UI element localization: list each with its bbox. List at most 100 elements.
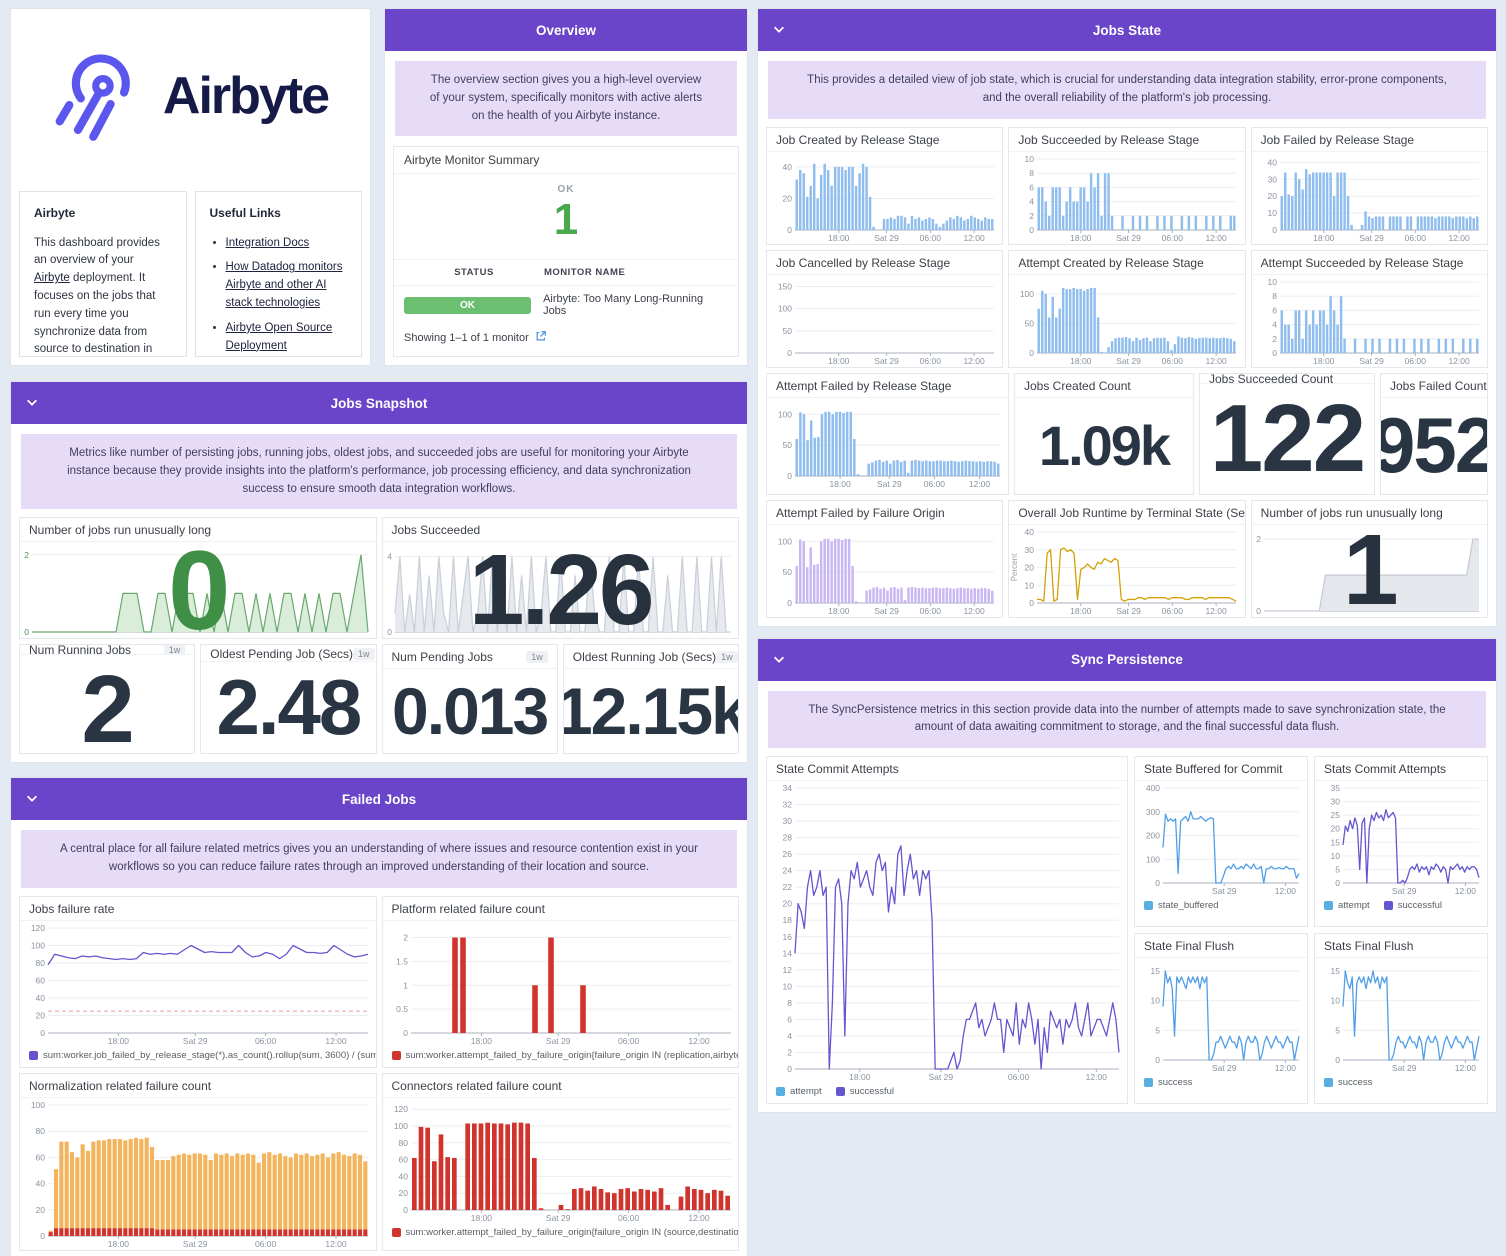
chart-plot[interactable]: 0 2 4 6 8 10 12 14 16 18 20 22 24 26 28 30 32 34 18:00 Sat … [767,781,1127,1083]
svg-text:18:00: 18:00 [108,1036,130,1046]
svg-text:18:00: 18:00 [828,356,850,366]
jobs-failed-count-card[interactable]: Jobs Failed Count 952 [1380,372,1488,495]
svg-text:Sat 29: Sat 29 [1212,886,1237,896]
chart-plot[interactable]: 0 2 4 6 8 10 18:00 Sat 29 06:00 12:00 [1009,152,1244,244]
chart-plot[interactable]: 0 50 100 18:00 Sat 29 06:00 12:00 [767,398,1008,490]
chart-plot[interactable]: 0 20 40 60 80 100 18:00 Sat 29 06:00 12:00 [20,1098,376,1250]
legend-item[interactable]: attempt [1324,900,1370,911]
chart-plot[interactable]: 0 20 40 60 80 100 120 18:00 Sat 29 06:00 12:00 [383,1098,739,1224]
legend-item[interactable]: success [1144,1077,1192,1088]
num-running-jobs-card[interactable]: Num Running Jobs 1w 2 [19,644,196,755]
svg-text:18:00: 18:00 [849,1072,871,1082]
legend-item[interactable]: successful [835,1086,894,1097]
jobs-created-count-card[interactable]: Jobs Created Count 1.09k [1014,372,1194,495]
chart-plot[interactable]: 0 5 10 15 20 25 30 35 Sat 29 12:00 [1315,781,1487,897]
big-value: 12.15k [562,674,739,749]
integration-docs-link[interactable]: Integration Docs [226,237,310,249]
chart-plot[interactable]: 0 50 100 18:00 Sat 29 06:00 12:00 [767,525,1002,617]
open-source-deployment-link[interactable]: Airbyte Open Source Deployment [226,322,333,352]
chart-plot[interactable]: 0 5 10 15 Sat 29 12:00 [1315,958,1487,1074]
svg-text:10: 10 [1025,154,1035,164]
chart-plot[interactable]: 0 20 40 60 80 100 120 18:00 Sat 29 06:00 12:00 [20,921,376,1047]
chart-plot[interactable]: 021 [1252,520,1487,617]
svg-text:12:00: 12:00 [963,606,985,616]
timeframe-badge: 1w [163,645,186,655]
legend-swatch-icon [29,1051,38,1061]
chart-state-final-flush: State Final Flush 0 5 10 15 Sat 29 12:00 succ… [1134,933,1308,1105]
svg-text:0.5: 0.5 [396,1004,408,1014]
chart-job-created: Job Created by Release Stage 0 20 40 18:00 S… [766,126,1004,245]
svg-text:100: 100 [1020,288,1034,298]
chevron-down-icon[interactable] [25,791,39,808]
chart-title: Number of jobs run unusually long [1251,501,1487,525]
chart-plot[interactable]: 0 10 20 30 40 18:00 Sat 29 06:00 12:00 [1252,152,1487,244]
svg-text:0: 0 [787,598,792,608]
chart-plot[interactable]: 0 10 20 30 40 18:00 Sat 29 06:00 12:00 Percent [1009,525,1244,617]
chart-canvas: 0 0.5 1 1.5 2 18:00 Sat 29 06:00 12:00 [396,933,731,1046]
svg-text:40: 40 [398,1171,408,1181]
svg-text:26: 26 [783,849,793,859]
legend-item[interactable]: sum:worker.job_failed_by_release_stage(*… [29,1050,376,1061]
open-in-new-icon[interactable] [535,330,547,345]
chart-plot[interactable]: 0 50 100 18:00 Sat 29 06:00 12:00 [1009,275,1244,367]
svg-text:12:00: 12:00 [325,1239,347,1249]
svg-text:2: 2 [24,550,29,560]
big-value: 0.013 [392,674,549,749]
chart-plot[interactable]: 0 50 100 150 18:00 Sat 29 06:00 12:00 [767,275,1002,367]
svg-text:20: 20 [783,899,793,909]
legend-item[interactable]: attempt [776,1086,822,1097]
chart-plot[interactable]: 0 5 10 15 Sat 29 12:00 [1135,958,1307,1074]
legend-item[interactable]: successful [1383,900,1442,911]
branding-card: Airbyte Airbyte This dashboard provides … [10,8,371,366]
svg-text:Sat 29: Sat 29 [929,1072,954,1082]
oldest-running-job-card[interactable]: Oldest Running Job (Secs) 1w 12.15k [562,644,739,755]
jobs-succeeded-count-card[interactable]: Jobs Succeeded Count 122 [1199,372,1375,495]
chevron-down-icon[interactable] [772,652,786,669]
num-pending-jobs-card[interactable]: Num Pending Jobs 1w 0.013 [381,644,558,755]
chart-plot[interactable]: 0 0.5 1 1.5 2 18:00 Sat 29 06:00 12:00 [383,921,739,1047]
svg-text:30: 30 [1025,544,1035,554]
legend-item[interactable]: success [1324,1077,1372,1088]
chart-plot[interactable]: 020 [20,534,376,638]
airbyte-link[interactable]: Airbyte [34,272,70,284]
svg-text:12:00: 12:00 [963,233,985,243]
svg-text:10: 10 [1331,996,1341,1006]
chart-plot[interactable]: 0 20 40 18:00 Sat 29 06:00 12:00 [767,152,1002,244]
sync-persistence-section: Sync Persistence The SyncPersistence met… [757,637,1497,1114]
svg-text:06:00: 06:00 [920,233,942,243]
chart-canvas: 0 20 40 60 80 100 120 18:00 Sat 29 06:00 12:00 [393,1104,731,1223]
datadog-monitors-link[interactable]: How Datadog monitors Airbyte and other A… [226,261,343,309]
svg-text:16: 16 [783,932,793,942]
monitor-row[interactable]: OK Airbyte: Too Many Long-Running Jobs [394,286,738,324]
svg-text:5: 5 [1155,1026,1160,1036]
legend-swatch-icon [1144,901,1153,911]
useful-links-card: Useful Links Integration Docs How Datado… [194,191,362,357]
chart-job-cancelled: Job Cancelled by Release Stage 0 50 100 150… [766,249,1004,368]
svg-text:06:00: 06:00 [617,1213,639,1223]
svg-text:12:00: 12:00 [1086,1072,1108,1082]
legend-item[interactable]: state_buffered [1144,900,1219,911]
svg-text:0: 0 [1272,348,1277,358]
legend-swatch-icon [835,1087,845,1097]
list-item: Airbyte Open Source Deployment [226,320,348,356]
chart-plot[interactable]: 0 2 4 6 8 10 18:00 Sat 29 06:00 12:00 [1252,275,1487,367]
svg-text:20: 20 [36,1011,46,1021]
big-value: 952 [1381,401,1488,490]
monitor-summary-widget[interactable]: Airbyte Monitor Summary OK 1 STATUS MONI… [393,146,739,357]
chart-attempt-failed-origin: Attempt Failed by Failure Origin 0 50 100 1… [766,499,1004,618]
svg-text:0: 0 [387,627,392,637]
legend-item[interactable]: sum:worker.attempt_failed_by_failure_ori… [391,1227,739,1239]
svg-text:24: 24 [783,866,793,876]
svg-text:Sat 29: Sat 29 [874,606,899,616]
chevron-down-icon[interactable] [25,395,39,412]
legend-label: sum:worker.attempt_failed_by_failure_ori… [405,1227,739,1239]
oldest-pending-job-card[interactable]: Oldest Pending Job (Secs) 1w 2.48 [200,644,377,755]
card-title: Num Pending Jobs [391,650,493,665]
chart-plot[interactable]: 0 100 200 300 400 Sat 29 12:00 [1135,781,1307,897]
jobs-state-note: This provides a detailed view of job sta… [768,61,1486,119]
legend-item[interactable]: sum:worker.attempt_failed_by_failure_ori… [391,1050,738,1061]
chart-plot[interactable]: 0 4 1.26 [383,540,739,638]
chevron-down-icon[interactable] [772,22,786,39]
svg-text:8: 8 [1272,291,1277,301]
overview-header: Overview [385,9,747,51]
